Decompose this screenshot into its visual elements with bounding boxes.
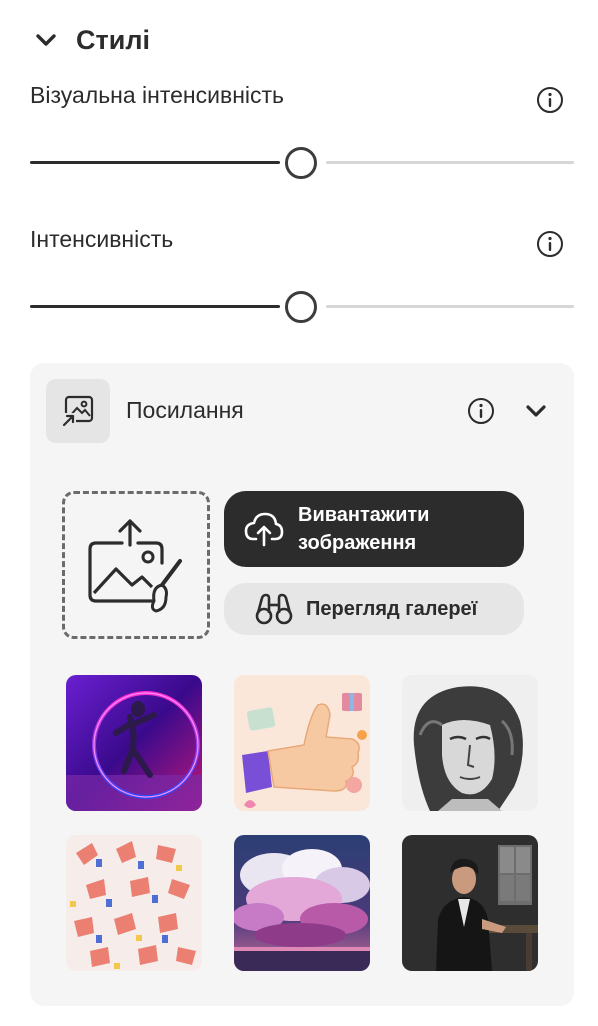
cloud-upload-icon <box>244 509 284 549</box>
browse-gallery-button[interactable]: Перегляд галереї <box>224 583 524 635</box>
upload-image-button[interactable]: Вивантажити зображення <box>224 491 524 567</box>
styles-section-toggle[interactable]: Стилі <box>34 20 150 60</box>
info-icon[interactable] <box>466 396 496 426</box>
upload-image-icon <box>88 519 182 613</box>
image-drop-zone[interactable] <box>62 491 210 639</box>
slider-track <box>326 305 574 308</box>
slider-thumb[interactable] <box>285 291 317 323</box>
thumbnail-engraving-portrait[interactable] <box>402 675 538 811</box>
visual-intensity-slider[interactable] <box>30 142 574 182</box>
info-icon[interactable] <box>535 229 565 259</box>
reference-title: Посилання <box>126 397 244 423</box>
thumbnail-neon-dancer[interactable] <box>66 675 202 811</box>
styles-section-title: Стилі <box>76 24 150 55</box>
intensity-label: Інтенсивність <box>30 226 174 252</box>
chevron-down-icon <box>34 28 58 52</box>
thumbnail-man-portrait[interactable] <box>402 835 538 971</box>
browse-gallery-label: Перегляд галереї <box>306 597 478 620</box>
slider-track <box>326 161 574 164</box>
image-reference-icon <box>46 379 110 443</box>
intensity-slider[interactable] <box>30 286 574 326</box>
slider-track-filled <box>30 305 280 308</box>
chevron-down-icon[interactable] <box>524 399 548 423</box>
visual-intensity-label: Візуальна інтенсивність <box>30 82 285 108</box>
reference-panel: Посилання Вивантажити зображення Перегля… <box>30 363 574 1006</box>
upload-image-label: Вивантажити зображення <box>298 504 430 554</box>
info-icon[interactable] <box>535 85 565 115</box>
thumbnail-pink-clouds[interactable] <box>234 835 370 971</box>
thumbnail-hands-pattern[interactable] <box>66 835 202 971</box>
slider-thumb[interactable] <box>285 147 317 179</box>
slider-track-filled <box>30 161 280 164</box>
thumbnail-thumbs-up[interactable] <box>234 675 370 811</box>
binoculars-icon <box>254 589 294 629</box>
